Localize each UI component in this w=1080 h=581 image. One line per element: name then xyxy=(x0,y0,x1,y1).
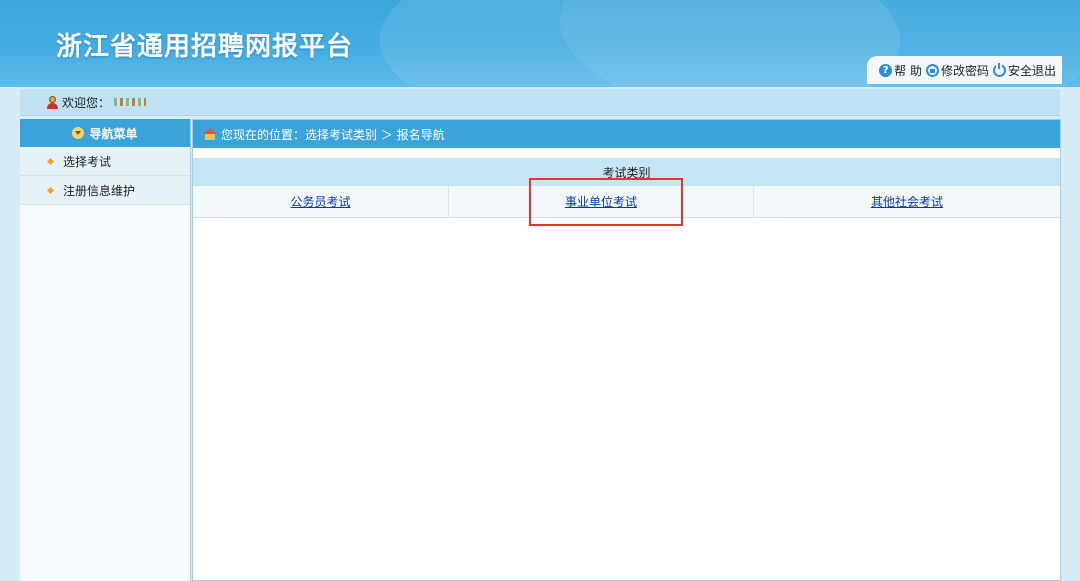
sidebar-title: 导航菜单 xyxy=(89,126,138,141)
sidebar-item-select-exam[interactable]: 选择考试 xyxy=(20,147,190,176)
public-institution-exam-link[interactable]: 事业单位考试 xyxy=(565,193,637,210)
lock-icon xyxy=(925,63,939,77)
header-banner: 浙江省通用招聘网报平台 ? 帮 助 修改密码 安全退出 xyxy=(0,0,1080,87)
help-link[interactable]: ? 帮 助 xyxy=(879,62,922,79)
bullet-icon xyxy=(46,186,55,194)
exam-category-cell: 公务员考试 xyxy=(193,186,449,217)
change-password-label: 修改密码 xyxy=(940,63,989,78)
breadcrumb: 您现在的位置：选择考试类别 ＞ 报名导航 xyxy=(193,120,1060,148)
welcome-bar: 欢迎您： xyxy=(20,89,1060,116)
exam-category-cell: 事业单位考试 xyxy=(449,186,754,217)
change-password-link[interactable]: 修改密码 xyxy=(925,62,989,79)
site-title: 浙江省通用招聘网报平台 xyxy=(56,32,354,62)
help-icon: ? xyxy=(879,63,893,77)
sidebar-item-label: 注册信息维护 xyxy=(63,183,136,198)
bullet-icon xyxy=(46,157,55,165)
sidebar: 导航菜单 选择考试 注册信息维护 xyxy=(20,119,191,581)
exam-category-cell: 其他社会考试 xyxy=(754,186,1060,217)
civil-servant-exam-link[interactable]: 公务员考试 xyxy=(290,193,350,210)
chevron-down-icon xyxy=(72,127,85,139)
main-panel: 您现在的位置：选择考试类别 ＞ 报名导航 考试类别 公务员考试 事业单位考试 其… xyxy=(192,119,1061,581)
welcome-label: 欢迎您： xyxy=(62,95,111,110)
logout-label: 安全退出 xyxy=(1007,63,1056,78)
exam-category-header: 考试类别 xyxy=(193,158,1060,186)
sidebar-header: 导航菜单 xyxy=(20,119,190,147)
user-icon xyxy=(46,96,59,109)
power-icon xyxy=(992,62,1006,77)
breadcrumb-text: 您现在的位置：选择考试类别 ＞ 报名导航 xyxy=(221,127,445,142)
exam-category-row: 公务员考试 事业单位考试 其他社会考试 xyxy=(193,186,1060,218)
top-links: ? 帮 助 修改密码 安全退出 xyxy=(867,56,1062,84)
home-icon xyxy=(203,128,217,140)
sidebar-item-label: 选择考试 xyxy=(63,154,112,169)
other-social-exam-link[interactable]: 其他社会考试 xyxy=(871,193,943,210)
help-label: 帮 助 xyxy=(894,63,922,78)
sidebar-item-registration-info[interactable]: 注册信息维护 xyxy=(20,176,190,205)
redacted-username xyxy=(114,98,147,106)
logout-link[interactable]: 安全退出 xyxy=(992,62,1056,79)
